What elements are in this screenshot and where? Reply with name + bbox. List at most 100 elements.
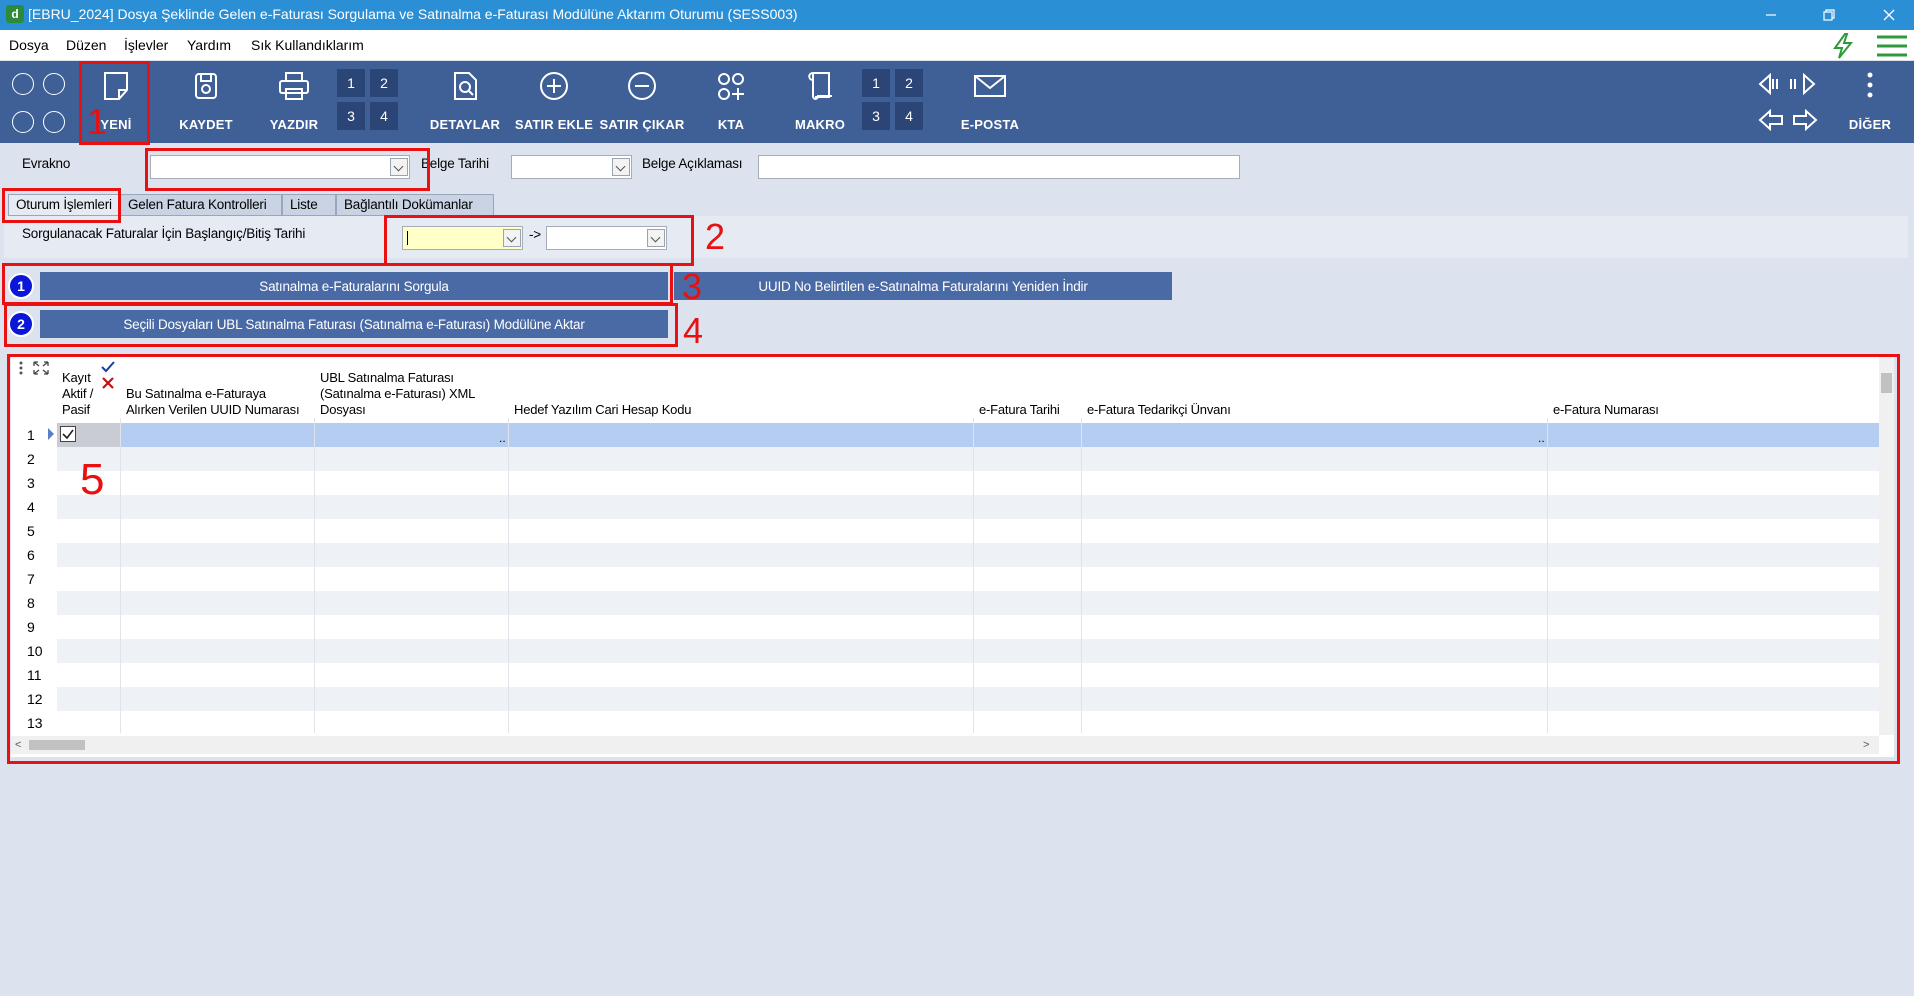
envelope-icon bbox=[974, 75, 1006, 97]
redownload-invoices-button[interactable]: UUID No Belirtilen e-Satınalma Faturalar… bbox=[674, 272, 1172, 300]
nav-last-icon[interactable] bbox=[1788, 72, 1818, 100]
chevron-down-icon[interactable] bbox=[390, 158, 408, 176]
tedarikci-ellipsis[interactable]: .. bbox=[1538, 431, 1545, 445]
step-1-badge: 1 bbox=[8, 273, 34, 299]
end-date-field[interactable] bbox=[546, 226, 667, 250]
minimize-button[interactable] bbox=[1748, 0, 1794, 30]
table-row[interactable] bbox=[57, 543, 1879, 567]
col-divider bbox=[508, 418, 509, 733]
col-divider bbox=[120, 418, 121, 733]
tab-gelen-fatura-kontrolleri[interactable]: Gelen Fatura Kontrolleri bbox=[120, 194, 282, 216]
macro-slot-3[interactable]: 3 bbox=[862, 102, 890, 130]
col-header-xml-file[interactable]: UBL Satınalma Faturası (Satınalma e-Fatur… bbox=[320, 370, 475, 418]
table-row[interactable] bbox=[57, 591, 1879, 615]
save-button[interactable]: KAYDET bbox=[174, 61, 238, 143]
row-number: 1 bbox=[27, 427, 35, 443]
next-record-icon[interactable] bbox=[43, 111, 65, 133]
horizontal-scroll-thumb[interactable] bbox=[29, 740, 85, 750]
start-date-field[interactable] bbox=[402, 226, 523, 250]
print-slot-3[interactable]: 3 bbox=[337, 102, 365, 130]
table-row[interactable] bbox=[57, 639, 1879, 663]
menu-yardim[interactable]: Yardım bbox=[187, 37, 231, 53]
table-row[interactable] bbox=[57, 711, 1879, 735]
macro-slot-1[interactable]: 1 bbox=[862, 69, 890, 97]
tab-baglantili-dokumanlar[interactable]: Bağlantılı Dokümanlar bbox=[336, 194, 494, 216]
table-row-1[interactable] bbox=[57, 423, 1879, 447]
print-slot-1[interactable]: 1 bbox=[337, 69, 365, 97]
col-header-fatura-tarihi[interactable]: e-Fatura Tarihi bbox=[979, 402, 1060, 418]
col-header-fatura-no[interactable]: e-Fatura Numarası bbox=[1553, 402, 1659, 418]
macro-slot-2[interactable]: 2 bbox=[895, 69, 923, 97]
query-invoices-button[interactable]: Satınalma e-Faturalarını Sorgula bbox=[40, 272, 668, 300]
close-button[interactable] bbox=[1866, 0, 1912, 30]
details-button[interactable]: DETAYLAR bbox=[428, 61, 502, 143]
kta-button[interactable]: KTA bbox=[710, 61, 752, 143]
kta-icon bbox=[718, 73, 744, 100]
email-button[interactable]: E-POSTA bbox=[955, 61, 1025, 143]
table-row[interactable] bbox=[57, 495, 1879, 519]
grid-options-icon[interactable] bbox=[17, 361, 25, 380]
col-header-cari-hesap[interactable]: Hedef Yazılım Cari Hesap Kodu bbox=[514, 402, 691, 418]
scroll-left-icon[interactable]: < bbox=[15, 739, 21, 751]
col-header-uuid[interactable]: Bu Satınalma e-Faturaya Alırken Verilen U… bbox=[126, 386, 300, 418]
restore-button[interactable] bbox=[1806, 0, 1852, 30]
last-record-icon[interactable] bbox=[43, 73, 65, 95]
print-slot-4[interactable]: 4 bbox=[370, 102, 398, 130]
print-button[interactable]: YAZDIR bbox=[262, 61, 326, 143]
remove-row-button[interactable]: SATIR ÇIKAR bbox=[600, 61, 684, 143]
row-number: 10 bbox=[27, 643, 43, 659]
add-row-button-label: SATIR EKLE bbox=[514, 117, 594, 132]
vertical-scrollbar[interactable] bbox=[1879, 357, 1894, 735]
macro-slot-4[interactable]: 4 bbox=[895, 102, 923, 130]
uncheck-all-icon[interactable] bbox=[102, 376, 114, 394]
app-icon: d bbox=[6, 5, 24, 23]
belge-tarihi-combo[interactable] bbox=[511, 155, 632, 179]
menu-duzen[interactable]: Düzen bbox=[66, 37, 106, 53]
col-header-tedarikci[interactable]: e-Fatura Tedarikçi Ünvanı bbox=[1087, 402, 1231, 418]
toolbar: YENİ KAYDET YAZDIR 1 2 3 4 DETAYLAR SATI… bbox=[0, 61, 1914, 143]
vertical-scroll-thumb[interactable] bbox=[1881, 373, 1892, 393]
scroll-right-icon[interactable]: > bbox=[1863, 739, 1869, 751]
nav-first-icon[interactable] bbox=[1758, 72, 1788, 100]
tab-oturum-islemleri[interactable]: Oturum İşlemleri bbox=[8, 194, 120, 216]
horizontal-scrollbar[interactable]: < > bbox=[11, 736, 1879, 754]
table-row[interactable] bbox=[57, 519, 1879, 543]
menu-sik-kullandiklarim[interactable]: Sık Kullandıklarım bbox=[251, 37, 364, 53]
other-button[interactable]: DİĞER bbox=[1842, 61, 1898, 143]
belge-aciklamasi-field[interactable] bbox=[758, 155, 1240, 179]
evrakno-label: Evrakno bbox=[22, 156, 71, 171]
chevron-down-icon[interactable] bbox=[647, 229, 665, 247]
evrakno-combo[interactable] bbox=[150, 155, 410, 179]
chevron-down-icon[interactable] bbox=[612, 158, 630, 176]
minus-circle-icon bbox=[628, 72, 656, 100]
xml-file-ellipsis[interactable]: .. bbox=[499, 431, 506, 445]
menu-dosya[interactable]: Dosya bbox=[9, 37, 49, 53]
nav-prev-icon[interactable] bbox=[1758, 108, 1788, 136]
lightning-icon[interactable] bbox=[1830, 32, 1856, 63]
first-record-icon[interactable] bbox=[12, 73, 34, 95]
aktif-checkbox[interactable] bbox=[60, 426, 76, 442]
row-number: 5 bbox=[27, 523, 35, 539]
chevron-down-icon[interactable] bbox=[503, 229, 521, 247]
table-row[interactable] bbox=[57, 663, 1879, 687]
table-row[interactable] bbox=[57, 567, 1879, 591]
expand-icon[interactable] bbox=[33, 361, 49, 380]
hamburger-menu-icon[interactable] bbox=[1876, 34, 1908, 61]
annotation-number-3: 3 bbox=[682, 266, 703, 307]
table-row[interactable] bbox=[57, 687, 1879, 711]
tab-liste[interactable]: Liste bbox=[282, 194, 336, 216]
col-header-kayit-aktif[interactable]: Kayıt Aktif / Pasif bbox=[62, 370, 93, 418]
menu-bar: Dosya Düzen İşlevler Yardım Sık Kullandı… bbox=[0, 30, 1914, 60]
add-row-button[interactable]: SATIR EKLE bbox=[515, 61, 593, 143]
macro-button[interactable]: MAKRO bbox=[788, 61, 852, 143]
prev-record-icon[interactable] bbox=[12, 111, 34, 133]
menu-islevler[interactable]: İşlevler bbox=[124, 37, 168, 53]
table-row[interactable] bbox=[57, 471, 1879, 495]
table-row[interactable] bbox=[57, 447, 1879, 471]
transfer-files-button[interactable]: Seçili Dosyaları UBL Satınalma Faturası … bbox=[40, 310, 668, 338]
table-row[interactable] bbox=[57, 615, 1879, 639]
print-slot-2[interactable]: 2 bbox=[370, 69, 398, 97]
nav-next-icon[interactable] bbox=[1790, 108, 1820, 136]
other-button-label: DİĞER bbox=[1848, 117, 1892, 132]
title-bar: d [EBRU_2024] Dosya Şeklinde Gelen e-Fat… bbox=[0, 0, 1914, 30]
